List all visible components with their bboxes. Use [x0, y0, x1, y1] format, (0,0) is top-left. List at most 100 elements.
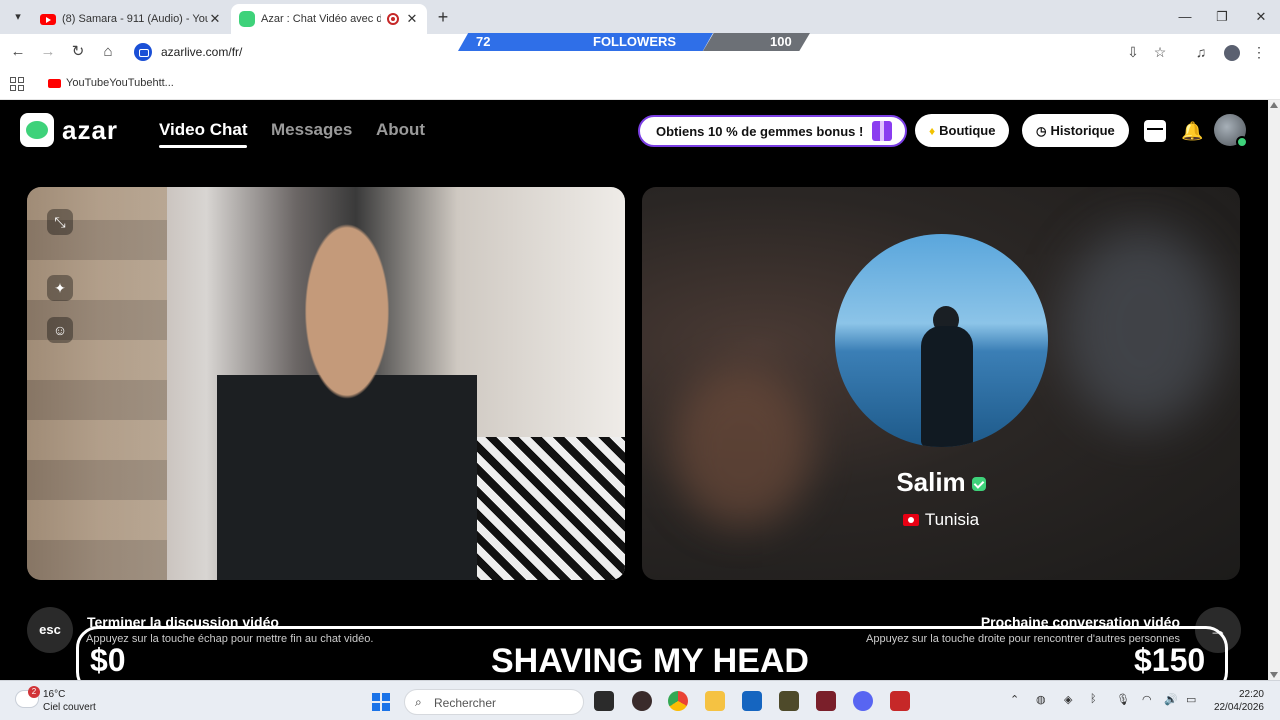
- capcut-icon[interactable]: [816, 691, 836, 711]
- overlay-donation-goal: $150: [1134, 642, 1206, 678]
- bonus-gems-promo[interactable]: Obtiens 10 % de gemmes bonus !: [638, 115, 907, 147]
- bell-icon[interactable]: 🔔: [1181, 120, 1203, 142]
- background-blur: [672, 367, 812, 527]
- weather-temperature: 16°C: [43, 689, 66, 700]
- taskbar-search[interactable]: ⌕ Rechercher: [404, 689, 584, 715]
- install-app-icon[interactable]: ⇩: [1124, 43, 1142, 61]
- logo-text: azar: [62, 114, 119, 145]
- store-icon[interactable]: [1144, 120, 1166, 142]
- site-info-icon[interactable]: [134, 43, 152, 61]
- tab-azar[interactable]: Azar : Chat Vidéo avec de nouvelles pers…: [231, 4, 427, 34]
- tab-title: Azar : Chat Vidéo avec de nouvelles pers…: [261, 13, 381, 25]
- nav-messages[interactable]: Messages: [271, 120, 352, 140]
- bookmark-label: YouTubeYouTubehtt...: [66, 77, 174, 89]
- weather-condition: Ciel couvert: [43, 702, 96, 713]
- discord-icon[interactable]: [853, 691, 873, 711]
- back-arrow-icon[interactable]: ←: [8, 42, 28, 62]
- peer-country: Tunisia: [924, 510, 980, 529]
- followers-goal: 100: [770, 34, 792, 49]
- youtube-icon: [48, 78, 61, 88]
- promo-text: Obtiens 10 % de gemmes bonus !: [656, 124, 864, 139]
- bookmark-youtube[interactable]: YouTubeYouTubehtt...: [48, 77, 174, 89]
- gem-icon: ♦: [929, 123, 936, 138]
- shop-label: Boutique: [939, 123, 996, 138]
- tab-title: (8) Samara - 911 (Audio) - YouTube: [62, 13, 208, 25]
- browser-tab-bar: ▾ (8) Samara - 911 (Audio) - YouTube ✕ A…: [0, 0, 1280, 34]
- azar-favicon-icon: [239, 11, 255, 27]
- nav-video-chat[interactable]: Video Chat: [159, 120, 248, 148]
- tray-app-icon[interactable]: ◈: [1064, 693, 1072, 706]
- user-avatar[interactable]: [1214, 114, 1248, 148]
- windows-taskbar: 2 16°C Ciel couvert ⌕ Rechercher ⌃ ◍ ◈ ᛒ…: [0, 680, 1280, 720]
- peer-country-row: Tunisia: [642, 510, 1240, 530]
- weather-badge: 2: [28, 686, 40, 698]
- reload-icon[interactable]: ↻: [68, 42, 88, 62]
- minimize-video-icon[interactable]: ⤡: [47, 209, 73, 235]
- bookmarks-bar: YouTubeYouTubehtt...: [0, 70, 1280, 100]
- close-window-icon[interactable]: ✕: [1246, 6, 1276, 28]
- tab-search-chevron-icon[interactable]: ▾: [8, 8, 28, 26]
- recording-icon: [387, 13, 399, 25]
- followers-goal-segment: [703, 33, 810, 51]
- recording-app-icon[interactable]: [890, 691, 910, 711]
- menu-kebab-icon[interactable]: ⋮: [1250, 43, 1268, 61]
- restore-window-icon[interactable]: ❐: [1207, 6, 1237, 28]
- verified-badge-icon: [971, 477, 986, 492]
- followers-current: 72: [476, 34, 491, 49]
- apps-grid-icon[interactable]: [10, 77, 24, 91]
- followers-label: FOLLOWERS: [593, 34, 677, 49]
- close-tab-icon[interactable]: ✕: [208, 11, 222, 27]
- game-app-icon[interactable]: [779, 691, 799, 711]
- url-text: azarlive.com/fr/: [161, 45, 243, 59]
- windows-start-icon[interactable]: [372, 693, 390, 711]
- search-icon: ⌕: [415, 695, 422, 709]
- minimize-window-icon[interactable]: —: [1170, 6, 1200, 28]
- clock-time: 22:20: [1238, 689, 1264, 700]
- task-view-icon[interactable]: [594, 691, 614, 711]
- close-tab-icon[interactable]: ✕: [405, 11, 419, 27]
- azar-page: azar Video Chat Messages About Obtiens 1…: [0, 100, 1268, 680]
- home-icon[interactable]: ⌂: [98, 42, 118, 62]
- clock-date: 22/04/2026: [1213, 702, 1264, 713]
- page-scrollbar[interactable]: [1268, 100, 1280, 680]
- chrome-icon[interactable]: [668, 691, 688, 711]
- clock-icon: ◷: [1036, 123, 1047, 138]
- volume-icon[interactable]: 🔊: [1164, 693, 1178, 706]
- microphone-icon[interactable]: 🎙: [1116, 693, 1130, 706]
- azar-logo[interactable]: azar: [20, 113, 118, 147]
- wifi-icon[interactable]: ◠: [1142, 693, 1152, 706]
- nav-about[interactable]: About: [376, 120, 425, 140]
- forward-arrow-icon[interactable]: →: [38, 42, 58, 62]
- bluetooth-icon[interactable]: ᛒ: [1090, 693, 1097, 705]
- history-button[interactable]: ◷ Historique: [1022, 114, 1129, 147]
- gift-icon: [872, 121, 892, 141]
- tray-chevron-icon[interactable]: ⌃: [1010, 693, 1019, 706]
- local-video: ⤡ ✦ ☺: [27, 187, 625, 580]
- app-icon[interactable]: [632, 691, 652, 711]
- scroll-up-icon[interactable]: [1270, 102, 1278, 108]
- photo-figure: [921, 326, 973, 447]
- tab-youtube[interactable]: (8) Samara - 911 (Audio) - YouTube ✕: [32, 4, 230, 34]
- face-filter-icon[interactable]: ☺: [47, 317, 73, 343]
- history-label: Historique: [1050, 123, 1115, 138]
- bookmark-star-icon[interactable]: ☆: [1151, 43, 1169, 61]
- shop-button[interactable]: ♦ Boutique: [915, 114, 1010, 147]
- tray-app-icon[interactable]: ◍: [1036, 693, 1046, 706]
- overlay-title: SHAVING MY HEAD: [490, 642, 809, 680]
- effects-wand-icon[interactable]: ✦: [47, 275, 73, 301]
- peer-video: Salim Tunisia: [642, 187, 1240, 580]
- local-user: [217, 207, 477, 580]
- tunisia-flag-icon: [902, 514, 919, 526]
- youtube-icon: [40, 13, 56, 25]
- peer-name: Salim: [896, 467, 966, 497]
- store-app-icon[interactable]: [742, 691, 762, 711]
- peer-profile-photo[interactable]: [835, 234, 1048, 447]
- wall-posters: [27, 187, 167, 580]
- battery-icon[interactable]: ▭: [1186, 693, 1196, 706]
- media-controls-icon[interactable]: ♫: [1192, 43, 1210, 61]
- followers-goal-bar: 72 FOLLOWERS 100: [458, 33, 810, 51]
- file-explorer-icon[interactable]: [705, 691, 725, 711]
- profile-avatar[interactable]: [1224, 45, 1240, 61]
- system-clock[interactable]: 22:20 22/04/2026: [1212, 688, 1264, 714]
- new-tab-plus-icon[interactable]: +: [433, 7, 453, 28]
